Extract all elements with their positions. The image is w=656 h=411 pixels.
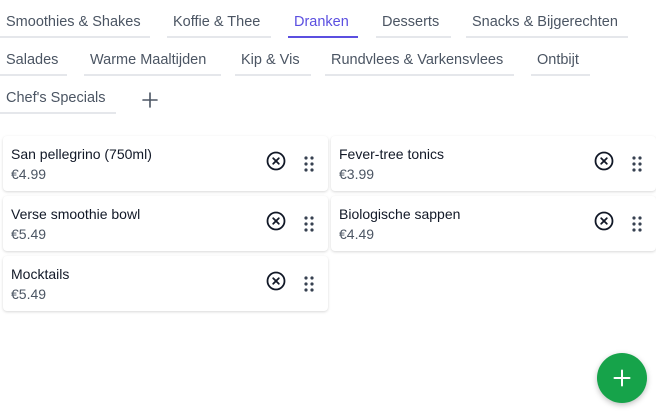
x-circle-icon[interactable]: [266, 151, 286, 171]
item-price: €5.49: [11, 226, 47, 242]
item-name: Mocktails: [11, 266, 70, 282]
x-circle-icon[interactable]: [594, 211, 614, 231]
tab-chefs-specials[interactable]: Chef's Specials: [0, 84, 116, 114]
add-category-button[interactable]: [139, 89, 161, 111]
tab-dranken[interactable]: Dranken: [288, 8, 358, 38]
menu-item-card[interactable]: Biologische sappen €4.49: [331, 196, 656, 251]
item-price: €5.49: [11, 286, 47, 302]
tab-label: Kip & Vis: [241, 52, 300, 68]
x-circle-icon[interactable]: [266, 211, 286, 231]
item-price: €4.49: [339, 226, 375, 242]
tab-label: Desserts: [382, 14, 440, 30]
item-name: Fever-tree tonics: [339, 146, 445, 162]
add-item-button[interactable]: [597, 353, 647, 403]
item-name: San pellegrino (750ml): [11, 146, 152, 162]
tab-salades[interactable]: Salades: [0, 46, 67, 76]
tab-smoothies-shakes[interactable]: Smoothies & Shakes: [0, 8, 150, 38]
item-price: €3.99: [339, 166, 375, 182]
tab-desserts[interactable]: Desserts: [376, 8, 451, 38]
plus-icon: [142, 92, 158, 108]
x-circle-icon[interactable]: [594, 151, 614, 171]
x-circle-icon[interactable]: [266, 271, 286, 291]
tab-label: Smoothies & Shakes: [6, 14, 141, 30]
tab-label: Chef's Specials: [6, 90, 106, 106]
menu-item-card[interactable]: Fever-tree tonics €3.99: [331, 136, 656, 191]
tab-ontbijt[interactable]: Ontbijt: [531, 46, 590, 76]
menu-item-card[interactable]: Mocktails €5.49: [3, 256, 328, 311]
tab-snacks-bijgerechten[interactable]: Snacks & Bijgerechten: [466, 8, 628, 38]
menu-item-card[interactable]: San pellegrino (750ml) €4.99: [3, 136, 328, 191]
tab-label: Koffie & Thee: [173, 14, 261, 30]
tab-koffie-thee[interactable]: Koffie & Thee: [167, 8, 271, 38]
item-price: €4.99: [11, 166, 47, 182]
drag-handle-icon[interactable]: [632, 216, 642, 232]
tab-warme-maaltijden[interactable]: Warme Maaltijden: [84, 46, 221, 76]
drag-handle-icon[interactable]: [304, 216, 314, 232]
tab-kip-vis[interactable]: Kip & Vis: [235, 46, 311, 76]
item-name: Biologische sappen: [339, 206, 461, 222]
drag-handle-icon[interactable]: [304, 156, 314, 172]
plus-icon: [613, 369, 631, 387]
tab-label: Salades: [6, 52, 59, 68]
item-name: Verse smoothie bowl: [11, 206, 141, 222]
tab-label: Ontbijt: [537, 52, 579, 68]
tab-label: Rundvlees & Varkensvlees: [331, 52, 504, 68]
tab-rundvlees-varkensvlees[interactable]: Rundvlees & Varkensvlees: [325, 46, 514, 76]
tab-label: Dranken: [294, 14, 349, 30]
drag-handle-icon[interactable]: [304, 276, 314, 292]
menu-item-card[interactable]: Verse smoothie bowl €5.49: [3, 196, 328, 251]
drag-handle-icon[interactable]: [632, 156, 642, 172]
tab-label: Warme Maaltijden: [90, 52, 207, 68]
tab-label: Snacks & Bijgerechten: [472, 14, 618, 30]
